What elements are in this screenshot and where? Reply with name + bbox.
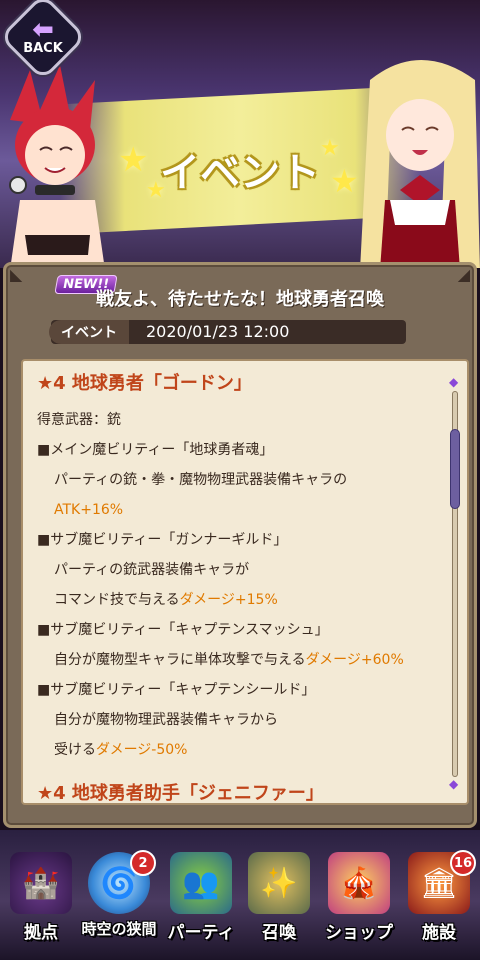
event-date-row: イベント 2020/01/23 12:00 — [49, 320, 406, 344]
ability-desc: 受けるダメージ-50% — [37, 735, 437, 765]
summon-icon: ✨ — [248, 852, 310, 914]
event-title: 戦友よ、待たせたな！地球勇者召喚 — [96, 289, 384, 310]
nav-label: パーティ — [167, 923, 235, 943]
ability-desc: パーティの銃・拳・魔物物理武器装備キャラの — [54, 472, 348, 488]
ability-header: ■サブ魔ビリティー「ガンナーギルド」 — [37, 532, 288, 548]
corner-ornament-icon: ◢ — [457, 265, 470, 284]
ability-desc: コマンド技で与えるダメージ+15% — [37, 585, 437, 615]
nav-label: 施設 — [422, 923, 456, 943]
nav-label: 召喚 — [262, 923, 296, 943]
ability-header: ■サブ魔ビリティー「キャプテンスマッシュ」 — [37, 622, 329, 638]
ability-effect: ダメージ-50% — [96, 742, 188, 758]
event-description-scroll[interactable]: ★4 地球勇者「ゴードン」 得意武器：銃 ■メイン魔ビリティー「地球勇者魂」 パ… — [21, 359, 469, 805]
ability-effect: ダメージ+60% — [305, 652, 404, 668]
corner-ornament-icon: ◣ — [10, 265, 23, 284]
ability-effect: ダメージ+15% — [179, 592, 278, 608]
nav-item-facility[interactable]: 🏛 施設 16 — [398, 842, 480, 960]
nav-item-shop[interactable]: 🎪 ショップ — [318, 842, 400, 960]
section-title: ★4 地球勇者助手「ジェニファー」 — [37, 783, 324, 804]
event-date: 2020/01/23 12:00 — [146, 322, 290, 341]
castle-icon: 🏰 — [10, 852, 72, 914]
star-icon: ★ — [330, 162, 359, 200]
ability-desc: パーティの銃武器装備キャラが — [54, 562, 250, 578]
notification-badge: 2 — [130, 850, 156, 876]
scroll-thumb[interactable] — [450, 429, 460, 509]
ability-desc-text: 受ける — [54, 742, 96, 758]
gem-icon: ◆ — [449, 777, 459, 791]
nav-item-dimension-gap[interactable]: 🌀 時空の狭間 2 — [78, 842, 160, 960]
ability-header: ■サブ魔ビリティー「キャプテンシールド」 — [37, 682, 316, 698]
character-right-illustration — [360, 60, 480, 268]
shop-icon: 🎪 — [328, 852, 390, 914]
character-left-illustration — [9, 65, 105, 268]
ability-desc-text: コマンド技で与える — [54, 592, 180, 608]
back-arrow-icon: ⬅ — [32, 14, 54, 45]
ability-header: ■メイン魔ビリティー「地球勇者魂」 — [37, 442, 274, 458]
nav-label: ショップ — [325, 923, 393, 943]
nav-label: 拠点 — [24, 923, 58, 943]
ability-desc: 自分が魔物型キャラに単体攻撃で与えるダメージ+60% — [37, 645, 437, 675]
scrollbar[interactable]: ◆ ◆ — [449, 375, 461, 791]
back-label: BACK — [23, 40, 63, 56]
section-title: ★4 地球勇者「ゴードン」 — [37, 373, 252, 394]
notification-badge: 16 — [450, 850, 476, 876]
party-icon: 👥 — [170, 852, 232, 914]
bottom-nav: 🏰 拠点 🌀 時空の狭間 2 👥 パーティ ✨ 召喚 🎪 ショップ 🏛 施設 1… — [0, 830, 480, 960]
event-detail-panel: ◣ ◢ NEW!! 戦友よ、待たせたな！地球勇者召喚 イベント 2020/01/… — [3, 262, 477, 828]
nav-item-summon[interactable]: ✨ 召喚 — [238, 842, 320, 960]
ability-desc-text: 自分が魔物型キャラに単体攻撃で与える — [54, 652, 306, 668]
nav-item-base[interactable]: 🏰 拠点 — [0, 842, 82, 960]
event-description: ★4 地球勇者「ゴードン」 得意武器：銃 ■メイン魔ビリティー「地球勇者魂」 パ… — [37, 369, 437, 765]
nav-label: 時空の狭間 — [81, 920, 157, 938]
page-title: イベント — [160, 150, 320, 196]
event-date-tag: イベント — [49, 320, 129, 344]
gem-icon: ◆ — [449, 375, 459, 389]
nav-item-party[interactable]: 👥 パーティ — [160, 842, 242, 960]
back-button[interactable]: ⬅ BACK — [12, 6, 74, 68]
event-banner: ★ ★ ★ ★ イベント ⬅ BACK — [0, 0, 480, 268]
star-icon: ★ — [118, 140, 149, 180]
ability-effect: ATK+16% — [54, 502, 124, 518]
ability-desc: 自分が魔物物理武器装備キャラから — [54, 712, 278, 728]
weapon-line: 得意武器：銃 — [37, 412, 121, 428]
